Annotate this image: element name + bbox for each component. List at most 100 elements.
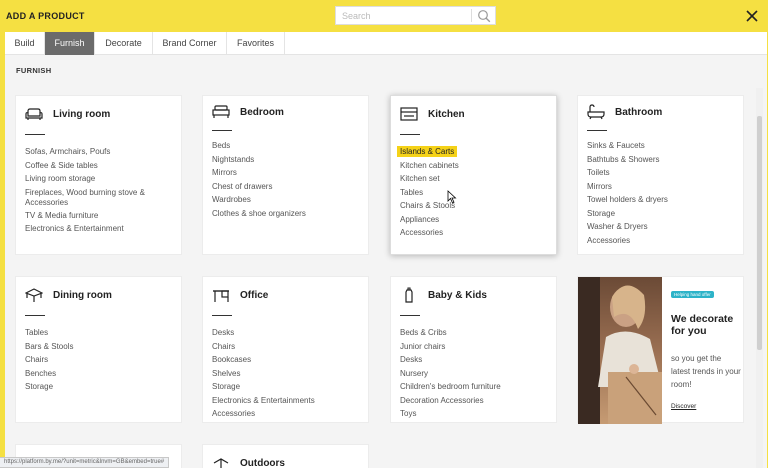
promo-photo (578, 277, 662, 424)
category-card-dining-room: Dining room Tables Bars & Stools Chairs … (15, 276, 182, 423)
category-item[interactable]: Tables (25, 326, 73, 340)
scrollbar-thumb[interactable] (757, 116, 762, 350)
category-card-bedroom: Bedroom Beds Nightstands Mirrors Chest o… (202, 95, 369, 255)
category-card-office: Office Desks Chairs Bookcases Shelves St… (202, 276, 369, 423)
search-box (335, 6, 496, 25)
category-item[interactable]: Bars & Stools (25, 340, 73, 354)
category-item[interactable]: Fireplaces, Wood burning stove & Accesso… (25, 186, 175, 209)
category-item[interactable]: Decoration Accessories (400, 394, 501, 408)
search-divider (471, 9, 472, 22)
title-divider (25, 315, 45, 316)
category-item[interactable]: Electronics & Entertainments (212, 394, 315, 408)
close-icon[interactable] (744, 8, 760, 24)
category-item[interactable]: Beds & Cribs (400, 326, 501, 340)
bed-icon (212, 105, 230, 118)
search-input[interactable] (336, 7, 471, 24)
category-item[interactable]: Mirrors (212, 166, 306, 180)
category-title: Living room (53, 109, 111, 120)
category-item[interactable]: Accessories (400, 226, 459, 240)
category-item[interactable]: Clothes & shoe organizers (212, 207, 306, 221)
category-card-outdoors: Outdoors (202, 444, 369, 468)
category-item[interactable]: Toilets (587, 166, 668, 180)
category-item-list: Desks Chairs Bookcases Shelves Storage E… (212, 326, 315, 421)
category-item[interactable]: Chairs (25, 353, 73, 367)
category-item[interactable]: Junior chairs (400, 340, 501, 354)
category-item[interactable]: Washer & Dryers (587, 220, 668, 234)
kitchen-stove-icon (400, 107, 418, 121)
category-title: Office (240, 290, 269, 301)
promo-badge: Helping hand offer (671, 291, 714, 298)
category-card-baby-kids: Baby & Kids Beds & Cribs Junior chairs D… (390, 276, 557, 423)
category-item[interactable]: Beds (212, 139, 306, 153)
category-item[interactable]: Sinks & Faucets (587, 139, 668, 153)
title-divider (212, 130, 232, 131)
category-item[interactable]: Storage (212, 380, 315, 394)
tab-brand-corner[interactable]: Brand Corner (153, 32, 227, 55)
selected-item-label[interactable]: Islands & Carts (397, 146, 458, 157)
status-bar-url: https://platform.by.me/?unit=metric&lnvm… (0, 457, 170, 468)
category-item[interactable]: Accessories (212, 407, 315, 421)
category-item[interactable]: Chairs (212, 340, 315, 354)
header-bar: ADD A PRODUCT (0, 0, 768, 32)
category-item[interactable]: Toys (400, 407, 501, 421)
category-item[interactable]: Chest of drawers (212, 180, 306, 194)
category-item[interactable]: Desks (400, 353, 501, 367)
vertical-scrollbar[interactable] (756, 88, 763, 468)
dialog-title: ADD A PRODUCT (6, 11, 85, 21)
category-card-living-room: Living room Sofas, Armchairs, Poufs Coff… (15, 95, 182, 255)
category-item[interactable]: Nursery (400, 367, 501, 381)
outdoor-icon (213, 458, 229, 468)
dining-table-icon (25, 288, 43, 302)
category-item[interactable]: Wardrobes (212, 193, 306, 207)
category-title: Bedroom (240, 107, 284, 118)
tab-favorites[interactable]: Favorites (227, 32, 285, 55)
category-item[interactable]: Benches (25, 367, 73, 381)
content-panel: Build Furnish Decorate Brand Corner Favo… (5, 32, 767, 468)
discover-link[interactable]: Discover (671, 403, 696, 410)
category-item[interactable]: Storage (25, 380, 73, 394)
title-divider (400, 315, 420, 316)
category-item[interactable]: Sofas, Armchairs, Poufs (25, 145, 175, 159)
tab-bar: Build Furnish Decorate Brand Corner Favo… (5, 32, 767, 55)
category-item[interactable]: Living room storage (25, 172, 175, 186)
section-label: FURNISH (16, 66, 52, 75)
category-item[interactable]: Children's bedroom furniture (400, 380, 501, 394)
category-item[interactable]: Kitchen set (400, 172, 459, 186)
category-item[interactable]: Bathtubs & Showers (587, 153, 668, 167)
category-item[interactable]: TV & Media furniture (25, 209, 175, 223)
category-title: Bathroom (615, 107, 663, 118)
category-title: Baby & Kids (428, 290, 487, 301)
category-item[interactable]: Accessories (587, 234, 668, 248)
category-item[interactable]: Mirrors (587, 180, 668, 194)
category-item[interactable]: Coffee & Side tables (25, 159, 175, 173)
promo-card[interactable]: Helping hand offer We decorate for you s… (577, 276, 744, 424)
category-title: Kitchen (428, 109, 465, 120)
desk-icon (213, 290, 229, 302)
category-item[interactable]: Shelves (212, 367, 315, 381)
bathtub-icon (587, 104, 605, 120)
mouse-cursor-icon (447, 190, 457, 204)
category-title: Outdoors (240, 458, 285, 468)
category-item[interactable]: Towel holders & dryers (587, 193, 668, 207)
category-card-bathroom: Bathroom Sinks & Faucets Bathtubs & Show… (577, 95, 744, 255)
category-item[interactable]: Electronics & Entertainment (25, 222, 175, 236)
category-item[interactable]: Storage (587, 207, 668, 221)
category-title: Dining room (53, 290, 112, 301)
category-item[interactable]: Desks (212, 326, 315, 340)
category-item[interactable]: Kitchen cabinets (400, 159, 459, 173)
category-item-list: Beds Nightstands Mirrors Chest of drawer… (212, 139, 306, 220)
category-item[interactable]: Appliances (400, 213, 459, 227)
search-icon[interactable] (477, 9, 491, 23)
category-item-list: Sofas, Armchairs, Poufs Coffee & Side ta… (25, 145, 175, 236)
title-divider (400, 134, 420, 135)
category-item-list: Tables Bars & Stools Chairs Benches Stor… (25, 326, 73, 394)
category-item-selected[interactable]: Islands & Carts (397, 145, 459, 159)
tab-furnish[interactable]: Furnish (45, 32, 95, 55)
tab-decorate[interactable]: Decorate (95, 32, 153, 55)
category-item[interactable]: Nightstands (212, 153, 306, 167)
title-divider (587, 130, 607, 131)
tab-build[interactable]: Build (5, 32, 45, 55)
category-item[interactable]: Bookcases (212, 353, 315, 367)
sofa-icon (25, 108, 43, 120)
title-divider (25, 134, 45, 135)
